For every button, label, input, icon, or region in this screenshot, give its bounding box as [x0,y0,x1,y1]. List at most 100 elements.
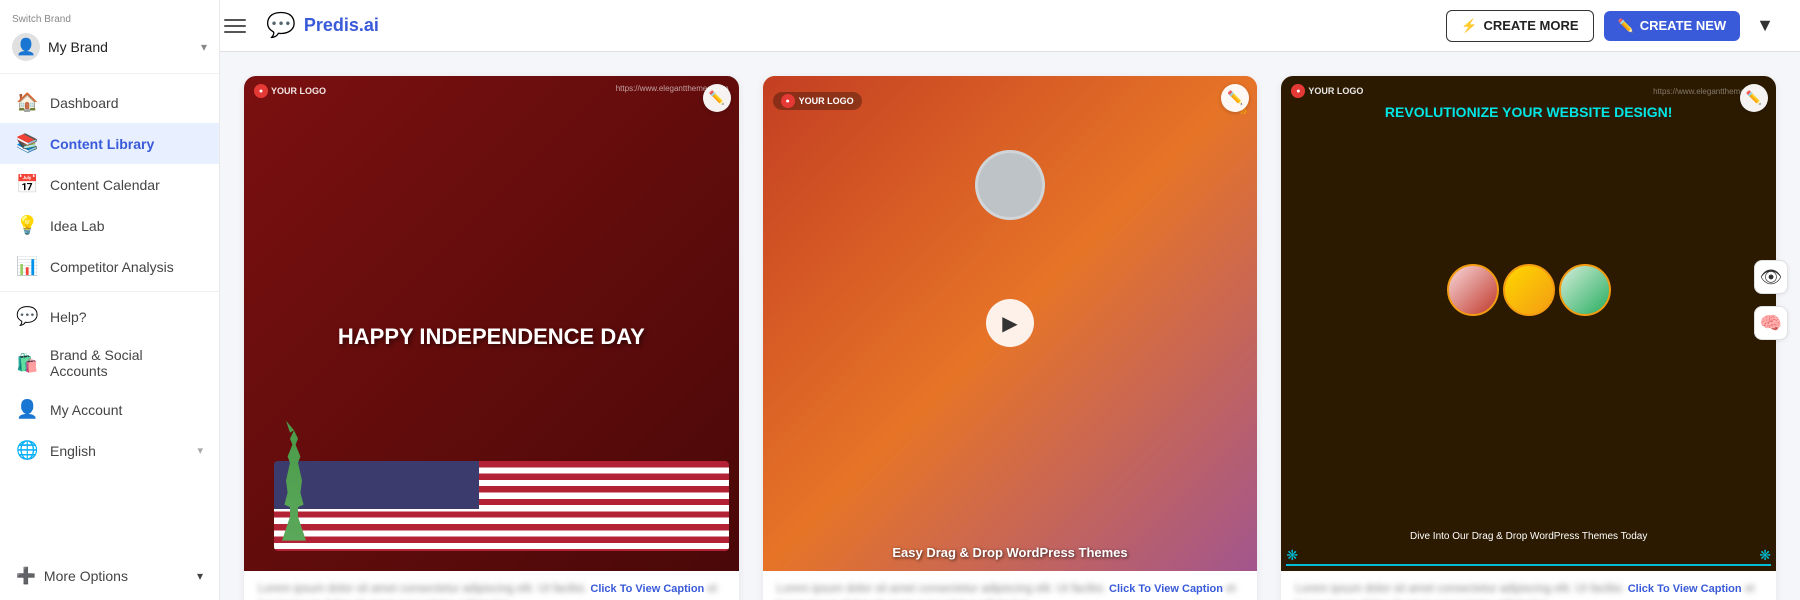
hamburger-menu[interactable] [220,15,250,37]
hamburger-line [224,19,246,21]
caption-blur-1: Lorem ipsum dolor sit amet consectetur a… [258,583,587,595]
photo-circle-2 [1503,264,1555,316]
create-more-button[interactable]: ⚡ CREATE MORE [1446,10,1593,42]
language-chevron-icon: ▾ [197,444,203,457]
sidebar-item-label: Content Library [50,136,154,152]
main-content: 💬 Predis.ai ⚡ CREATE MORE ✏️ CREATE NEW … [220,0,1800,600]
sidebar-item-label: Idea Lab [50,218,105,234]
person-silhouette [975,150,1045,220]
plus-icon: ➕ [16,566,36,586]
sidebar-item-help[interactable]: 💬 Help? [0,296,219,337]
hamburger-line [224,25,246,27]
caption-blur-3: Lorem ipsum dolor sit amet consectetur a… [1295,583,1624,595]
sidebar-item-competitor-analysis[interactable]: 📊 Competitor Analysis [0,246,219,287]
sidebar-item-label: Dashboard [50,95,119,111]
filter-icon: ▼ [1756,15,1774,35]
click-to-view-caption-3[interactable]: Click To View Caption [1628,583,1742,595]
card-edit-button-1[interactable]: ✏️ [703,84,731,112]
sidebar-footer: ➕ More Options ▾ [0,548,219,600]
idea-lab-icon: 💡 [16,215,38,236]
dashboard-icon: 🏠 [16,92,38,113]
rev-logo-text: YOUR LOGO [1308,86,1363,96]
language-icon: 🌐 [16,440,38,461]
card-revolutionize: ● YOUR LOGO https://www.elegantthemes.co… [1281,76,1776,600]
logo-circle-2: ● [781,94,795,108]
sidebar-item-english[interactable]: 🌐 English ▾ [0,430,219,471]
card-independence-day: ● YOUR LOGO https://www.elegantthemes.co… [244,76,739,600]
sidebar-item-brand-social[interactable]: 🛍️ Brand & Social Accounts [0,337,219,389]
rev-logo-circle: ● [1291,84,1305,98]
logo-badge-2: ● YOUR LOGO [773,92,862,110]
brand-social-icon: 🛍️ [16,353,38,374]
sidebar-item-idea-lab[interactable]: 💡 Idea Lab [0,205,219,246]
card-image-2: ● YOUR LOGO » » ▶ Easy Drag & Drop WordP… [763,76,1258,571]
sidebar-item-dashboard[interactable]: 🏠 Dashboard [0,82,219,123]
create-new-button[interactable]: ✏️ CREATE NEW [1604,11,1741,41]
app-logo: 💬 Predis.ai [250,11,395,40]
logo-text-1: YOUR LOGO [271,86,326,96]
revolutionize-title: REVOLUTIONIZE YOUR WEBSITE DESIGN! [1281,104,1776,121]
caption-blur-2: Lorem ipsum dolor sit amet consectetur a… [777,583,1106,595]
brand-avatar: 👤 [12,33,40,61]
card-image-wrap-1: ● YOUR LOGO https://www.elegantthemes.co… [244,76,739,571]
topbar: 💬 Predis.ai ⚡ CREATE MORE ✏️ CREATE NEW … [220,0,1800,52]
sidebar-item-content-calendar[interactable]: 📅 Content Calendar [0,164,219,205]
card-logo-bar-1: ● YOUR LOGO https://www.elegantthemes.co… [244,84,739,98]
topbar-actions: ⚡ CREATE MORE ✏️ CREATE NEW ▼ [1446,9,1780,42]
card-caption-3: Lorem ipsum dolor sit amet consectetur a… [1295,581,1762,600]
usa-flag-map [274,461,729,551]
independence-day-text: HAPPY INDEPENDENCE DAY [338,325,645,349]
more-options-button[interactable]: ➕ More Options ▾ [0,556,219,596]
card-logo-bar-2: ● YOUR LOGO » » [763,84,1258,118]
play-button[interactable]: ▶ [986,299,1034,347]
create-more-label: CREATE MORE [1483,18,1578,33]
eye-icon: 👁 [1760,267,1783,288]
teal-decoration: ❋ ❋ [1286,548,1771,566]
sidebar-item-label: Content Calendar [50,177,160,193]
sidebar-item-label: Help? [50,309,87,325]
teal-corner-left: ❋ [1286,547,1298,564]
card-caption-1: Lorem ipsum dolor sit amet consectetur a… [258,581,725,600]
sidebar: Switch Brand 👤 My Brand ▾ 🏠 Dashboard 📚 … [0,0,220,600]
card-body-1: Lorem ipsum dolor sit amet consectetur a… [244,571,739,600]
wp-card-text: Easy Drag & Drop WordPress Themes [763,545,1258,561]
click-to-view-caption-2[interactable]: Click To View Caption [1109,583,1223,595]
sidebar-item-my-account[interactable]: 👤 My Account [0,389,219,430]
right-icon-eye[interactable]: 👁 [1754,260,1788,294]
sidebar-header: Switch Brand 👤 My Brand ▾ [0,0,219,74]
card-body-2: Lorem ipsum dolor sit amet consectetur a… [763,571,1258,600]
sidebar-item-label: Competitor Analysis [50,259,174,275]
brand-selector[interactable]: 👤 My Brand ▾ [12,29,207,65]
card-image-3: ● YOUR LOGO https://www.elegantthemes.co… [1281,76,1776,571]
pencil-icon: ✏️ [1618,18,1634,34]
hamburger-line [224,31,246,33]
brain-icon: 🧠 [1760,313,1782,334]
competitor-analysis-icon: 📊 [16,256,38,277]
logo-text-2: YOUR LOGO [799,96,854,106]
app-logo-text: Predis.ai [304,15,379,36]
card-body-3: Lorem ipsum dolor sit amet consectetur a… [1281,571,1776,600]
teal-corner-right: ❋ [1759,547,1771,564]
right-icons: 👁 🧠 [1754,260,1788,340]
circles-row [1447,264,1611,316]
logo-circle-1: ● [254,84,268,98]
right-icon-brain[interactable]: 🧠 [1754,306,1788,340]
sidebar-item-label: My Account [50,402,122,418]
content-calendar-icon: 📅 [16,174,38,195]
card-image-wrap-3: ● YOUR LOGO https://www.elegantthemes.co… [1281,76,1776,571]
photo-circle-1 [1447,264,1499,316]
sidebar-item-label: English [50,443,96,459]
sidebar-item-content-library[interactable]: 📚 Content Library [0,123,219,164]
switch-brand-label: Switch Brand [12,14,207,25]
content-area: ● YOUR LOGO https://www.elegantthemes.co… [220,52,1800,600]
more-options-label: More Options [44,568,128,584]
logo-icon: 💬 [266,11,296,40]
filter-button[interactable]: ▼ [1750,9,1780,42]
brand-chevron-icon: ▾ [201,40,207,54]
card-caption-2: Lorem ipsum dolor sit amet consectetur a… [777,581,1244,600]
card-image-1: ● YOUR LOGO https://www.elegantthemes.co… [244,76,739,571]
rev-logo-bar: ● YOUR LOGO https://www.elegantthemes.co… [1281,84,1776,98]
card-logo-text-1: ● YOUR LOGO [254,84,326,98]
card-edit-button-3[interactable]: ✏️ [1740,84,1768,112]
click-to-view-caption-1[interactable]: Click To View Caption [590,583,704,595]
